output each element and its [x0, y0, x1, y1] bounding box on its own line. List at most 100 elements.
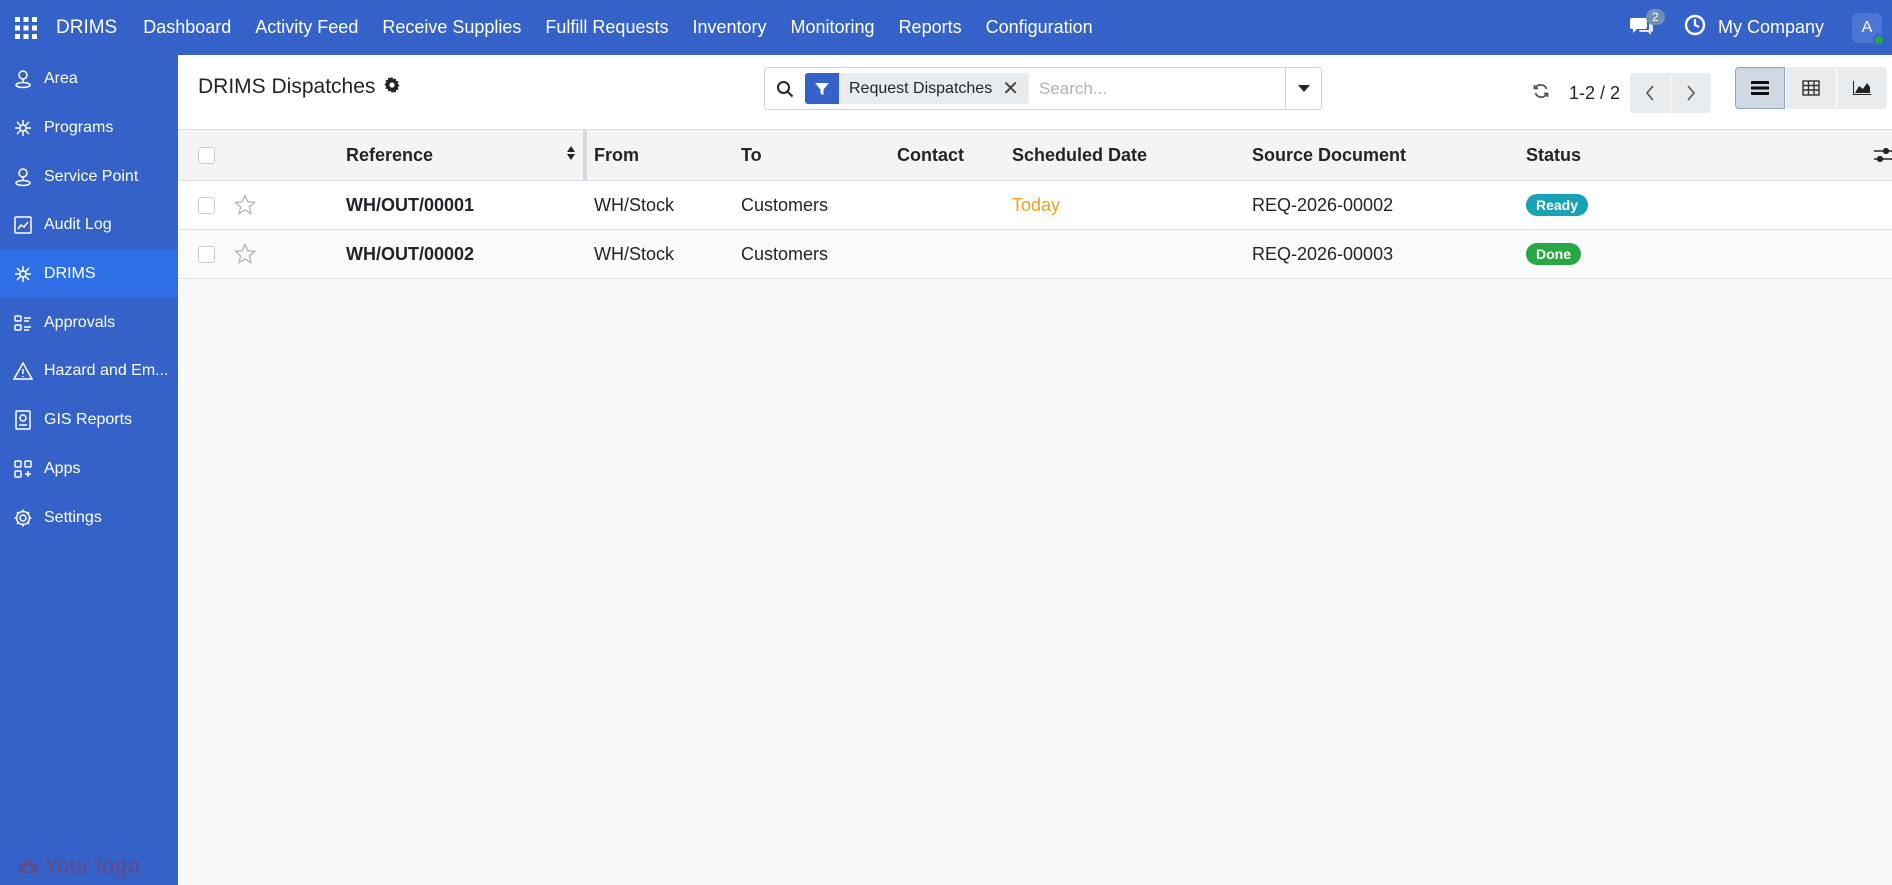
column-label: Reference: [346, 144, 434, 165]
search-icon[interactable]: [765, 80, 805, 98]
star-icon[interactable]: [234, 181, 256, 229]
filter-icon: [805, 73, 839, 104]
list-view-button[interactable]: [1735, 67, 1785, 109]
table-row[interactable]: WH/OUT/00001 WH/Stock Customers Today RE…: [178, 181, 1892, 230]
cell-to: Customers: [741, 194, 829, 215]
sidebar-item-approvals[interactable]: Approvals: [0, 298, 178, 347]
sidebar-item-label: GIS Reports: [44, 411, 133, 429]
sidebar-item-drims[interactable]: DRIMS: [0, 249, 178, 299]
row-checkbox[interactable]: [198, 196, 215, 214]
facet-value: Request Dispatches: [849, 79, 993, 97]
table-header: Reference From To Contact Scheduled Date…: [178, 130, 1892, 181]
sidebar-item-label: Settings: [44, 508, 102, 526]
cell-status: Done: [1526, 230, 1581, 278]
cell-to: Customers: [741, 243, 829, 264]
page-title-text: DRIMS Dispatches: [198, 75, 376, 98]
menu-receive-supplies[interactable]: Receive Supplies: [382, 17, 521, 38]
star-icon[interactable]: [234, 230, 256, 278]
grid-icon: [15, 16, 37, 39]
pivot-view-button[interactable]: [1786, 67, 1836, 109]
status-badge: Ready: [1526, 194, 1589, 216]
sidebar-item-area[interactable]: Area: [0, 55, 178, 104]
column-reference[interactable]: Reference: [346, 130, 576, 180]
menu-configuration[interactable]: Configuration: [986, 17, 1093, 38]
messages-button[interactable]: 2: [1629, 8, 1665, 41]
sidebar-item-label: Area: [44, 70, 78, 88]
search-options-toggle[interactable]: [1285, 68, 1321, 109]
list-table: Reference From To Contact Scheduled Date…: [178, 130, 1892, 279]
sidebar-item-service-point[interactable]: Service Point: [0, 152, 178, 201]
approvals-icon: [12, 312, 34, 334]
sidebar-item-audit-log[interactable]: Audit Log: [0, 201, 178, 250]
status-badge: Done: [1526, 243, 1581, 265]
graph-view-button[interactable]: [1837, 67, 1887, 109]
user-avatar[interactable]: A: [1852, 12, 1885, 46]
sidebar-item-label: Service Point: [44, 167, 139, 185]
avatar-initial: A: [1861, 18, 1873, 36]
column-source-document[interactable]: Source Document: [1252, 130, 1406, 180]
sidebar: Area Programs Service Point Audit Log DR…: [0, 55, 178, 885]
row-select-cell: [198, 181, 215, 229]
menu-monitoring[interactable]: Monitoring: [791, 17, 875, 38]
clock-icon: [1684, 14, 1706, 36]
sidebar-item-gis-reports[interactable]: GIS Reports: [0, 396, 178, 445]
top-menu: Dashboard Activity Feed Receive Supplies…: [143, 17, 1116, 38]
search-input[interactable]: [1038, 78, 1277, 99]
sidebar-item-settings[interactable]: Settings: [0, 493, 178, 542]
sidebar-item-apps[interactable]: Apps: [0, 445, 178, 494]
cell-reference: WH/OUT/00001: [346, 194, 475, 215]
view-switcher: [1735, 67, 1888, 109]
pager-previous-button[interactable]: [1630, 73, 1671, 113]
menu-fulfill-requests[interactable]: Fulfill Requests: [545, 17, 668, 38]
chevron-left-icon: [1645, 85, 1654, 101]
sort-icon: [566, 145, 576, 166]
list-icon: [1751, 81, 1769, 95]
sidebar-item-label: Audit Log: [44, 216, 112, 234]
column-scheduled-date[interactable]: Scheduled Date: [1012, 130, 1147, 180]
settings-icon: [12, 507, 34, 529]
menu-activity-feed[interactable]: Activity Feed: [255, 17, 358, 38]
optional-columns-toggle[interactable]: [1874, 130, 1892, 180]
column-to[interactable]: To: [741, 130, 762, 180]
column-resizer[interactable]: [583, 130, 587, 181]
column-contact[interactable]: Contact: [897, 130, 964, 180]
systray: 2 My Company A: [1629, 0, 1892, 55]
company-switcher[interactable]: My Company: [1718, 17, 1824, 38]
camera-icon: [19, 860, 37, 874]
table-row[interactable]: WH/OUT/00002 WH/Stock Customers REQ-2026…: [178, 230, 1892, 279]
messages-count-badge: 2: [1645, 8, 1665, 25]
pager: 1-2 / 2: [1533, 73, 1712, 113]
caret-down-icon: [1297, 84, 1310, 92]
sidebar-item-label: Programs: [44, 119, 114, 137]
remove-facet-button[interactable]: ✕: [1002, 76, 1029, 101]
app-brand[interactable]: DRIMS: [56, 17, 117, 39]
cell-source-document: REQ-2026-00003: [1252, 243, 1394, 264]
row-checkbox[interactable]: [198, 245, 215, 263]
search-bar: Request Dispatches ✕: [764, 67, 1322, 110]
apps-menu-button[interactable]: [0, 0, 52, 55]
pager-value[interactable]: 1-2 / 2: [1569, 83, 1620, 104]
sidebar-item-label: DRIMS: [44, 265, 96, 283]
sidebar-item-hazard[interactable]: Hazard and Em...: [0, 347, 178, 396]
gis-reports-icon: [12, 409, 34, 431]
apps-icon: [12, 458, 34, 480]
row-select-cell: [198, 230, 215, 278]
cell-status: Ready: [1526, 181, 1589, 229]
top-navbar: DRIMS Dashboard Activity Feed Receive Su…: [0, 0, 1892, 55]
refresh-icon[interactable]: [1533, 83, 1549, 104]
menu-inventory[interactable]: Inventory: [692, 17, 766, 38]
column-status[interactable]: Status: [1526, 130, 1581, 180]
select-all-cell: [198, 130, 215, 180]
activities-button[interactable]: [1684, 14, 1706, 41]
chevron-right-icon: [1687, 85, 1696, 101]
company-logo: Your logo: [18, 855, 140, 879]
menu-dashboard[interactable]: Dashboard: [143, 17, 231, 38]
column-from[interactable]: From: [594, 130, 639, 180]
pager-next-button[interactable]: [1671, 73, 1712, 113]
select-all-checkbox[interactable]: [198, 146, 215, 164]
logo-text: Your logo: [44, 855, 141, 878]
service-point-icon: [12, 166, 34, 188]
gear-icon[interactable]: [384, 75, 400, 99]
sidebar-item-programs[interactable]: Programs: [0, 104, 178, 153]
menu-reports[interactable]: Reports: [899, 17, 962, 38]
